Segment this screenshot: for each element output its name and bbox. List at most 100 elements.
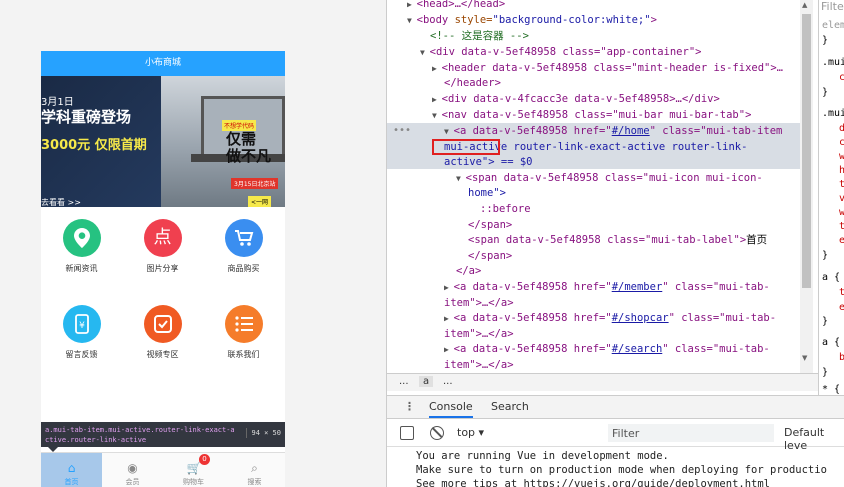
node-span-label-close[interactable]: </span>: [468, 249, 512, 264]
node-text: <div data-v-5ef48958 class="app-containe…: [429, 46, 702, 58]
tab-shopcar[interactable]: 🛒 0 购物车: [163, 453, 224, 487]
grid-label: 图片分享: [146, 264, 179, 273]
node-span-icon[interactable]: ▼ <span data-v-5ef48958 class="mui-icon …: [456, 171, 763, 186]
promo-banner[interactable]: 3月1日 学科重磅登场 3000元 仅限首期 去看看 >> 不想学代码 仅需 做…: [41, 76, 285, 207]
grid-item-video[interactable]: 视频专区: [122, 293, 203, 379]
styles-line: d: [839, 123, 844, 134]
app-header-title: 小布商城: [41, 51, 285, 76]
grid-row: 新闻资讯 点 图片分享 商品购买: [41, 207, 285, 293]
contact-icon: [224, 305, 263, 343]
node-text: <span data-v-5ef48958 class="mui-tab-lab…: [468, 234, 747, 246]
breadcrumb-item[interactable]: ...: [443, 376, 453, 387]
node-pseudo-before[interactable]: ::before: [480, 202, 531, 217]
banner-date-2: 3月15日北京站: [231, 178, 279, 189]
tab-member[interactable]: ◉ 会员: [102, 453, 163, 487]
console-filter-input[interactable]: [608, 424, 774, 442]
node-text: </header>: [444, 77, 501, 89]
context-select[interactable]: top ▾: [457, 426, 484, 439]
banner-big-text-2: 做不凡: [226, 147, 272, 165]
sidebar-toggle-icon[interactable]: [400, 426, 414, 440]
node-nav[interactable]: ▼ <nav data-v-5ef48958 class="mui-bar mu…: [432, 108, 751, 123]
styles-line: a {: [822, 272, 841, 283]
styles-filter[interactable]: Filte: [821, 0, 844, 13]
styles-line: c: [839, 72, 844, 83]
node-val: active"> == $0: [444, 156, 533, 168]
user-icon: ◉: [127, 461, 138, 475]
styles-line: .mui: [822, 108, 844, 119]
grid-item-goods[interactable]: 商品购买: [203, 207, 284, 293]
node-text: </a>: [456, 265, 482, 277]
console-toolbar: top ▾ Default leve: [387, 420, 844, 452]
elements-scrollbar[interactable]: ▲ ▼: [800, 0, 813, 373]
banner-big-text-1: 仅需: [226, 130, 257, 148]
tab-search[interactable]: Search: [491, 400, 529, 413]
node-a-shopcar[interactable]: ▶ <a data-v-5ef48958 href="#/shopcar" cl…: [444, 311, 776, 326]
breadcrumb-item-current[interactable]: a: [419, 376, 434, 387]
scroll-thumb[interactable]: [802, 14, 811, 288]
grid-item-news[interactable]: 新闻资讯: [41, 207, 122, 293]
node-more-dots[interactable]: •••: [393, 125, 411, 136]
devtools-panel: ••• ▶ <head>…</head> ▼ <body style="back…: [386, 0, 844, 487]
node-div[interactable]: ▶ <div data-v-4fcacc3e data-v-5ef48958>……: [432, 92, 720, 107]
styles-line: .mui: [822, 57, 844, 68]
node-header-close[interactable]: </header>: [444, 76, 501, 91]
scroll-up-icon[interactable]: ▲: [802, 1, 807, 9]
grid-item-photos[interactable]: 点 图片分享: [122, 207, 203, 293]
node-comment[interactable]: <!-- 这是容器 -->: [430, 29, 529, 44]
node-text: >: [650, 14, 657, 26]
node-body[interactable]: ▼ <body style="background-color:white;">: [407, 13, 657, 28]
image-share-icon: 点: [143, 219, 182, 257]
tab-search[interactable]: ⌕ 搜索: [224, 453, 285, 487]
grid-label: 联系我们: [227, 350, 260, 359]
node-text: ::before: [480, 203, 531, 215]
banner-price: 3000元 仅限首期: [41, 134, 147, 153]
scroll-down-icon[interactable]: ▼: [802, 354, 807, 362]
clear-console-icon[interactable]: [430, 426, 444, 440]
node-a-search-cont[interactable]: item">…</a>: [444, 358, 514, 373]
breadcrumb-item[interactable]: ...: [399, 376, 409, 387]
tab-label: 搜索: [247, 478, 262, 486]
node-text: <a data-v-5ef48958 href=": [453, 125, 612, 137]
tab-home[interactable]: ⌂ 首页: [41, 453, 102, 487]
drawer-menu-icon[interactable]: ⋮: [404, 400, 415, 413]
banner-cta-button[interactable]: <一网: [248, 196, 272, 207]
styles-line: b: [839, 352, 844, 363]
console-message: See more tips at https://vuejs.org/guide…: [416, 478, 771, 487]
node-a-member-cont[interactable]: item">…</a>: [444, 296, 514, 311]
node-text: <span data-v-5ef48958 class="mui-icon mu…: [465, 172, 763, 184]
node-href-search[interactable]: #/search: [612, 343, 663, 355]
tab-label: 首页: [64, 478, 79, 486]
node-a-close[interactable]: </a>: [456, 264, 481, 279]
node-a-search[interactable]: ▶ <a data-v-5ef48958 href="#/search" cla…: [444, 342, 770, 357]
node-label-text: 首页: [746, 234, 768, 246]
node-href-home[interactable]: #/home: [612, 125, 650, 137]
styles-line: a {: [822, 337, 841, 348]
node-a-shopcar-cont[interactable]: item">…</a>: [444, 327, 514, 342]
node-head[interactable]: ▶ <head>…</head>: [407, 0, 505, 12]
node-href-member[interactable]: #/member: [612, 281, 663, 293]
node-text: <body: [416, 14, 449, 26]
node-attr: style=: [448, 14, 493, 26]
styles-line: * {: [822, 384, 841, 395]
context-value: top: [457, 426, 476, 439]
grid-item-feedback[interactable]: ¥ 留言反馈: [41, 293, 122, 379]
node-header[interactable]: ▶ <header data-v-5ef48958 class="mint-he…: [432, 61, 783, 76]
node-text: </span>: [468, 250, 513, 262]
node-a-home[interactable]: ▼ <a data-v-5ef48958 href="#/home" class…: [444, 124, 782, 139]
elements-tree: ••• ▶ <head>…</head> ▼ <body style="back…: [387, 0, 800, 373]
node-span-label[interactable]: <span data-v-5ef48958 class="mui-tab-lab…: [468, 233, 767, 248]
node-href-shopcar[interactable]: #/shopcar: [612, 312, 669, 324]
node-span-close[interactable]: </span>: [468, 218, 512, 233]
node-a-home-cont2[interactable]: active"> == $0: [444, 155, 533, 170]
styles-line: c: [839, 137, 844, 148]
search-icon: ⌕: [251, 461, 258, 475]
node-a-member[interactable]: ▶ <a data-v-5ef48958 href="#/member" cla…: [444, 280, 770, 295]
tab-console[interactable]: Console: [429, 400, 473, 418]
node-span-icon-cont[interactable]: home">: [468, 186, 506, 201]
node-text: item">…</a>: [444, 297, 514, 309]
node-app-container[interactable]: ▼ <div data-v-5ef48958 class="app-contai…: [420, 45, 701, 60]
banner-more-link[interactable]: 去看看 >>: [41, 197, 81, 207]
grid-item-contact[interactable]: 联系我们: [203, 293, 284, 379]
styles-line: elem: [822, 20, 844, 31]
styles-line: e: [839, 302, 844, 313]
